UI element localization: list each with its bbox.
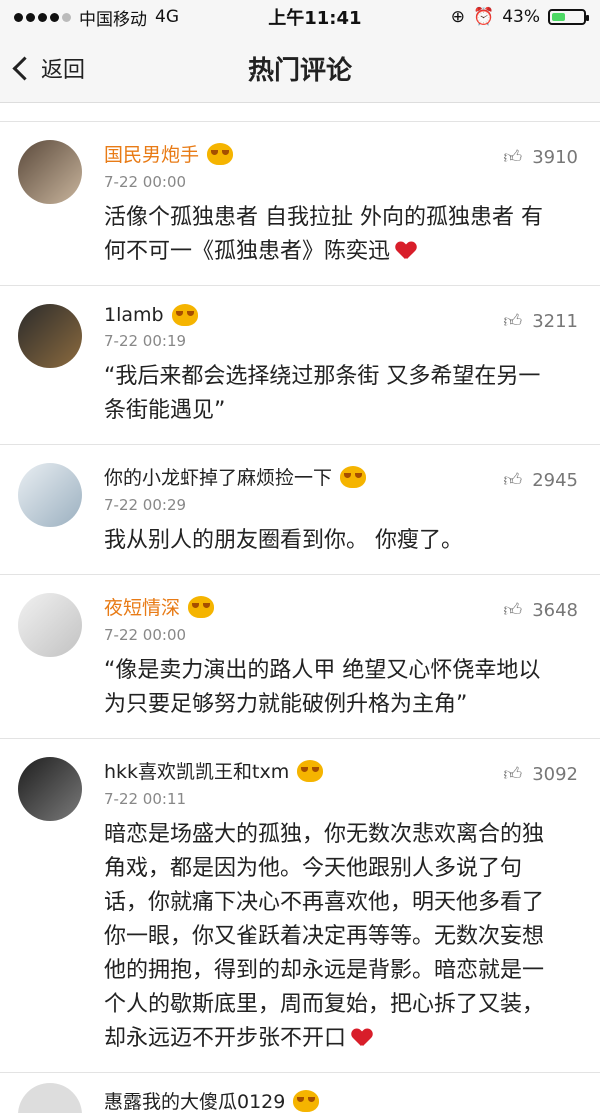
comment-text: 暗恋是场盛大的孤独，你无数次悲欢离合的独角戏，都是因为他。今天他跟别人多说了句话… [104, 822, 545, 1051]
like-button[interactable]: 👍︎ 3648 [503, 599, 578, 622]
lock-rotation-icon: ⊕ [450, 7, 466, 27]
commenter-name[interactable]: 你的小龙虾掉了麻烦捡一下 [104, 463, 332, 490]
back-chevron-icon [12, 55, 37, 81]
commenter-name[interactable]: 夜短情深 [104, 593, 180, 620]
like-count: 2945 [532, 469, 578, 491]
carrier-label: 中国移动 [79, 9, 147, 30]
comment-body: 我从别人的朋友圈看到你。 你瘦了。 [104, 524, 586, 558]
avatar[interactable] [18, 757, 82, 821]
comment-time: 7-22 00:19 [104, 332, 187, 350]
signal-icon [14, 12, 71, 22]
like-count: 3092 [532, 763, 578, 785]
comment-time: 7-22 00:00 [104, 626, 187, 644]
thumbs-up-icon: 👍︎ [503, 470, 523, 491]
broken-heart-icon [396, 242, 416, 260]
avatar[interactable] [18, 463, 82, 527]
comment-text: 活像个孤独患者 自我拉扯 外向的孤独患者 有何不可一《孤独患者》陈奕迅 [104, 205, 543, 264]
comment-time: 7-22 00:29 [104, 496, 187, 514]
thumbs-up-icon: 👍︎ [503, 600, 523, 621]
battery-percent: 43% [502, 7, 540, 27]
like-count: 3211 [532, 310, 578, 332]
comment-text: “像是卖力演出的路人甲 绝望又心怀侥幸地以为只要足够努力就能破例升格为主角” [104, 658, 541, 717]
thumbs-up-icon: 👍︎ [503, 764, 523, 785]
like-count: 3910 [532, 146, 578, 168]
thumbs-up-icon: 👍︎ [503, 311, 523, 332]
page-title: 热门评论 [247, 55, 352, 86]
network-label: 4G [155, 7, 179, 27]
comment-text: “我后来都会选择绕过那条街 又多希望在另一条街能遇见” [104, 364, 541, 423]
comment-item[interactable]: hkk喜欢凯凯王和txm 7-22 00:11 暗恋是场盛大的孤独，你无数次悲欢… [0, 739, 600, 1073]
like-button[interactable]: 👍︎ 3910 [503, 146, 578, 169]
battery-icon [547, 9, 589, 25]
thumbs-up-icon: 👍︎ [503, 147, 523, 168]
comment-item[interactable]: 国民男炮手 7-22 00:00 活像个孤独患者 自我拉扯 外向的孤独患者 有何… [0, 122, 600, 286]
like-count: 3648 [532, 599, 578, 621]
avatar[interactable] [18, 593, 82, 657]
emoji-badge-icon [340, 465, 367, 488]
status-time: 上午11:41 [268, 8, 362, 29]
partial-next-comment: 惠露我的大傻瓜0129 [0, 1073, 600, 1113]
emoji-badge-icon [188, 595, 215, 618]
like-button[interactable]: 👍︎ 2945 [503, 469, 578, 492]
back-button[interactable]: 返回 [12, 34, 86, 102]
emoji-badge-icon [297, 759, 324, 782]
back-label: 返回 [41, 58, 86, 83]
avatar[interactable] [18, 1083, 82, 1113]
partial-previous-comment [0, 103, 600, 122]
commenter-name[interactable]: hkk喜欢凯凯王和txm [104, 757, 289, 784]
emoji-badge-icon [171, 304, 198, 326]
comment-body: “我后来都会选择绕过那条街 又多希望在另一条街能遇见” [104, 360, 586, 428]
alarm-icon: ⏰ [473, 7, 495, 27]
commenter-name[interactable]: 1lamb [104, 304, 164, 326]
comment-list: 国民男炮手 7-22 00:00 活像个孤独患者 自我拉扯 外向的孤独患者 有何… [0, 122, 600, 1073]
emoji-badge-icon [293, 1089, 320, 1112]
comment-item[interactable]: 1lamb 7-22 00:19 “我后来都会选择绕过那条街 又多希望在另一条街… [0, 286, 600, 445]
comment-body: 活像个孤独患者 自我拉扯 外向的孤独患者 有何不可一《孤独患者》陈奕迅 [104, 201, 586, 269]
comment-time: 7-22 00:11 [104, 790, 187, 808]
emoji-badge-icon [207, 142, 234, 165]
comment-item[interactable]: 夜短情深 7-22 00:00 “像是卖力演出的路人甲 绝望又心怀侥幸地以为只要… [0, 575, 600, 739]
avatar[interactable] [18, 304, 82, 368]
comment-text: 我从别人的朋友圈看到你。 你瘦了。 [104, 528, 463, 553]
commenter-name[interactable]: 惠露我的大傻瓜0129 [104, 1087, 285, 1113]
comment-item[interactable]: 你的小龙虾掉了麻烦捡一下 7-22 00:29 我从别人的朋友圈看到你。 你瘦了… [0, 445, 600, 575]
like-button[interactable]: 👍︎ 3092 [503, 763, 578, 786]
broken-heart-icon [352, 1029, 372, 1047]
nav-bar: 返回 热门评论 [0, 34, 600, 103]
avatar[interactable] [18, 140, 82, 204]
comment-body: 暗恋是场盛大的孤独，你无数次悲欢离合的独角戏，都是因为他。今天他跟别人多说了句话… [104, 818, 586, 1056]
like-button[interactable]: 👍︎ 3211 [503, 310, 578, 333]
status-bar: 中国移动 4G 上午11:41 ⊕ ⏰ 43% [0, 0, 600, 34]
comment-time: 7-22 00:00 [104, 173, 187, 191]
commenter-name[interactable]: 国民男炮手 [104, 140, 199, 167]
comment-body: “像是卖力演出的路人甲 绝望又心怀侥幸地以为只要足够努力就能破例升格为主角” [104, 654, 586, 722]
